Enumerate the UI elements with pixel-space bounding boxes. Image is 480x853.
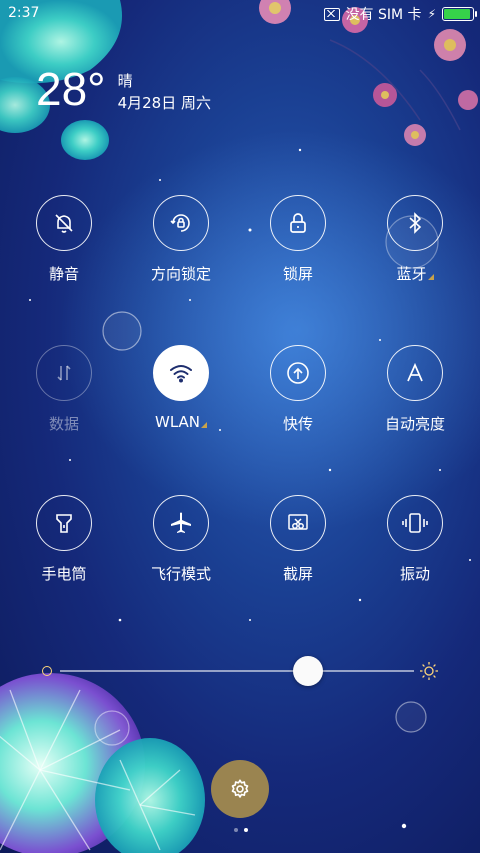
- slider-thumb[interactable]: [292, 656, 323, 686]
- gear-icon: [231, 779, 249, 798]
- brightness-slider[interactable]: [40, 654, 450, 688]
- toggle-circle[interactable]: [153, 495, 209, 551]
- toggle-airplane[interactable]: 飞行模式: [131, 495, 231, 584]
- settings-button[interactable]: [211, 760, 269, 818]
- toggle-label: 截屏: [282, 565, 313, 583]
- toggle-label-text: 蓝牙: [396, 265, 427, 283]
- bluetooth-icon: [409, 212, 422, 234]
- toggle-circle[interactable]: [153, 345, 209, 401]
- slider-track[interactable]: [60, 670, 414, 672]
- toggle-circle[interactable]: [270, 345, 326, 401]
- toggle-circle[interactable]: [387, 345, 443, 401]
- toggle-label: 蓝牙: [365, 263, 465, 284]
- weather-condition: 晴: [117, 72, 133, 90]
- status-time: 2:37: [8, 5, 40, 21]
- toggle-label: WLAN: [131, 413, 231, 431]
- toggle-circle[interactable]: [387, 195, 443, 251]
- weather-widget[interactable]: 28° 晴 4月28日 周六: [36, 66, 211, 114]
- screenshot-icon: [288, 514, 308, 530]
- toggle-wlan[interactable]: WLAN: [131, 345, 231, 431]
- flashlight-icon: [56, 514, 72, 533]
- data-arrows-icon: [57, 365, 71, 381]
- toggle-silent[interactable]: 静音: [14, 195, 114, 284]
- quick-transfer-icon: [287, 362, 309, 384]
- page-dot-active: [244, 828, 248, 832]
- lock-icon: [290, 213, 306, 233]
- toggle-lock-screen[interactable]: 锁屏: [248, 195, 348, 284]
- weather-info: 晴 4月28日 周六: [118, 70, 211, 114]
- toggle-label: 快传: [282, 415, 313, 433]
- toggle-circle[interactable]: [36, 195, 92, 251]
- sim-status-text: 没有 SIM 卡: [345, 7, 422, 23]
- airplane-icon: [171, 512, 191, 533]
- toggle-circle[interactable]: [387, 495, 443, 551]
- page-dot: [234, 828, 238, 832]
- toggle-circle[interactable]: [270, 195, 326, 251]
- page-indicator: [234, 828, 248, 832]
- toggle-quick-transfer[interactable]: 快传: [248, 345, 348, 434]
- status-indicators: 没有 SIM 卡 ⚡: [323, 4, 477, 24]
- toggle-label-text: WLAN: [154, 413, 200, 431]
- auto-brightness-icon: [407, 362, 423, 382]
- toggle-label: 飞行模式: [150, 565, 211, 583]
- toggle-flashlight[interactable]: 手电筒: [14, 495, 114, 584]
- toggle-circle[interactable]: [36, 345, 92, 401]
- brightness-low-icon: [42, 666, 52, 676]
- toggle-screenshot[interactable]: 截屏: [248, 495, 348, 584]
- toggle-label: 自动亮度: [384, 415, 445, 433]
- toggle-circle[interactable]: [270, 495, 326, 551]
- wifi-icon: [170, 365, 192, 383]
- toggle-circle[interactable]: [153, 195, 209, 251]
- battery-fill: [444, 9, 470, 19]
- toggle-auto-brightness[interactable]: 自动亮度: [365, 345, 465, 434]
- toggle-bluetooth[interactable]: 蓝牙: [365, 195, 465, 284]
- rotation-lock-icon: [170, 214, 190, 232]
- toggle-label: 锁屏: [282, 265, 313, 283]
- weather-date: 4月28日 周六: [117, 94, 211, 112]
- toggle-mobile-data[interactable]: 数据: [14, 345, 114, 434]
- status-bar: 2:37 没有 SIM 卡 ⚡: [0, 0, 480, 28]
- brightness-high-icon: [420, 662, 438, 680]
- toggle-label: 数据: [48, 415, 79, 433]
- more-options-mark: [427, 274, 434, 280]
- toggle-vibrate[interactable]: 振动: [365, 495, 465, 584]
- toggle-label: 振动: [399, 565, 430, 583]
- no-sim-icon: [323, 7, 340, 21]
- bell-off-icon: [55, 214, 73, 233]
- charging-icon: ⚡: [427, 7, 436, 21]
- toggle-label: 静音: [48, 265, 79, 283]
- toggle-label: 手电筒: [41, 565, 87, 583]
- battery-icon: [442, 7, 477, 21]
- toggle-label: 方向锁定: [150, 265, 211, 283]
- vibrate-icon: [402, 513, 428, 533]
- toggle-rotation-lock[interactable]: 方向锁定: [131, 195, 231, 284]
- toggle-circle[interactable]: [36, 495, 92, 551]
- more-options-mark: [201, 422, 207, 428]
- temperature: 28°: [36, 63, 106, 115]
- battery-tip: [475, 11, 477, 17]
